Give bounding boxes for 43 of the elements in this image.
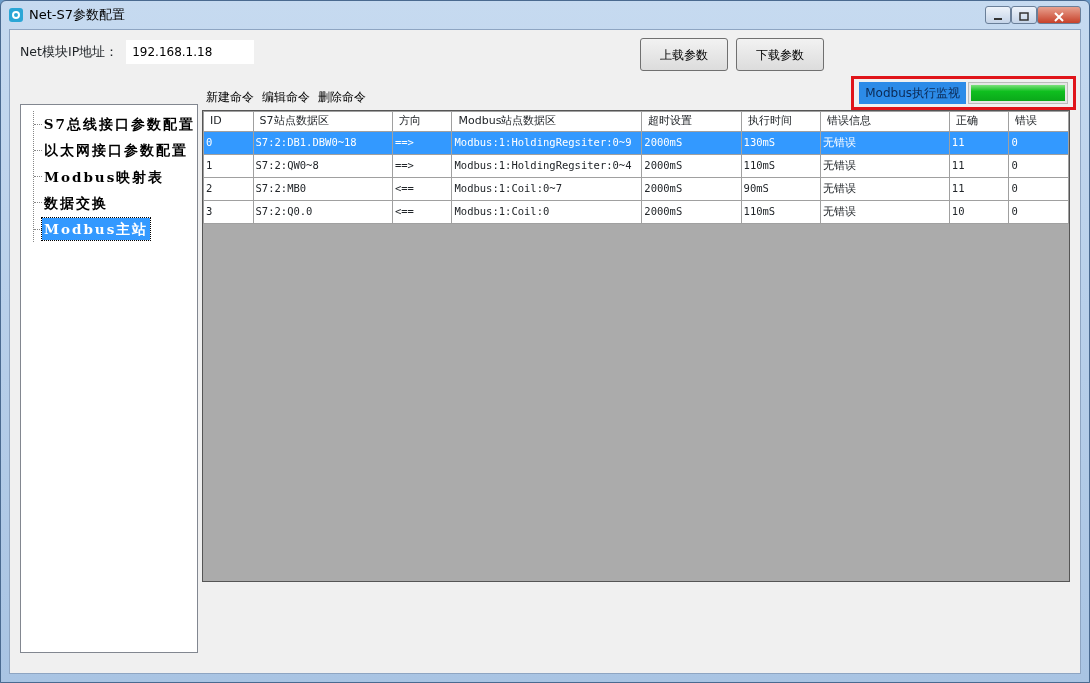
action-button[interactable]: 下载参数 — [736, 38, 825, 71]
window-title: Net-S7参数配置 — [29, 6, 126, 25]
tree-item[interactable]: 数据交换 — [42, 191, 110, 214]
toolbar-button[interactable]: 新建命令 — [202, 88, 258, 106]
table-cell: S7:2:MB0 — [253, 177, 393, 201]
column-header[interactable]: ID — [203, 111, 254, 132]
table-cell: Modbus:1:Coil:0~7 — [452, 177, 642, 201]
minimize-button[interactable] — [985, 6, 1011, 24]
close-icon — [1054, 11, 1064, 22]
column-header[interactable]: 超时设置 — [641, 111, 742, 132]
table-cell: Modbus:1:HoldingRegsiter:0~9 — [452, 131, 642, 155]
table-cell: S7:2:DB1.DBW0~18 — [253, 131, 393, 155]
table-cell: 无错误 — [820, 154, 950, 178]
table-cell: 无错误 — [820, 177, 950, 201]
tree-item[interactable]: Modbus映射表 — [42, 165, 167, 188]
table-cell: 1 — [203, 154, 254, 178]
table-cell: S7:2:QW0~8 — [253, 154, 393, 178]
table-cell: Modbus:1:HoldingRegsiter:0~4 — [452, 154, 642, 178]
column-header[interactable]: 错误 — [1008, 111, 1069, 132]
monitor-label: Modbus执行监视 — [859, 82, 966, 104]
column-header[interactable]: S7站点数据区 — [253, 111, 393, 132]
table-cell: 无错误 — [820, 131, 950, 155]
toolbar-button[interactable]: 删除命令 — [314, 88, 370, 106]
ip-label: Net模块IP地址： — [20, 42, 119, 61]
tree-item[interactable]: 以太网接口参数配置 — [42, 139, 190, 162]
column-header[interactable]: 错误信息 — [820, 111, 950, 132]
table-cell: 3 — [203, 200, 254, 224]
close-button[interactable] — [1037, 6, 1081, 24]
table-cell: 2 — [203, 177, 254, 201]
table-cell: 无错误 — [820, 200, 950, 224]
table-cell: S7:2:Q0.0 — [253, 200, 393, 224]
column-header[interactable]: Modbus站点数据区 — [452, 111, 642, 132]
table-cell: 0 — [203, 131, 254, 155]
ip-input-field[interactable]: 192.168.1.18 — [126, 40, 255, 64]
column-header[interactable]: 方向 — [392, 111, 452, 132]
column-header[interactable]: 执行时间 — [741, 111, 821, 132]
table-cell: Modbus:1:Coil:0 — [452, 200, 642, 224]
tree-item[interactable]: S7总线接口参数配置 — [41, 113, 197, 136]
column-header[interactable]: 正确 — [949, 111, 1009, 132]
toolbar-button[interactable]: 编辑命令 — [258, 88, 314, 106]
maximize-icon — [1019, 12, 1029, 21]
action-button[interactable]: 上载参数 — [640, 38, 729, 71]
maximize-button[interactable] — [1011, 6, 1037, 24]
